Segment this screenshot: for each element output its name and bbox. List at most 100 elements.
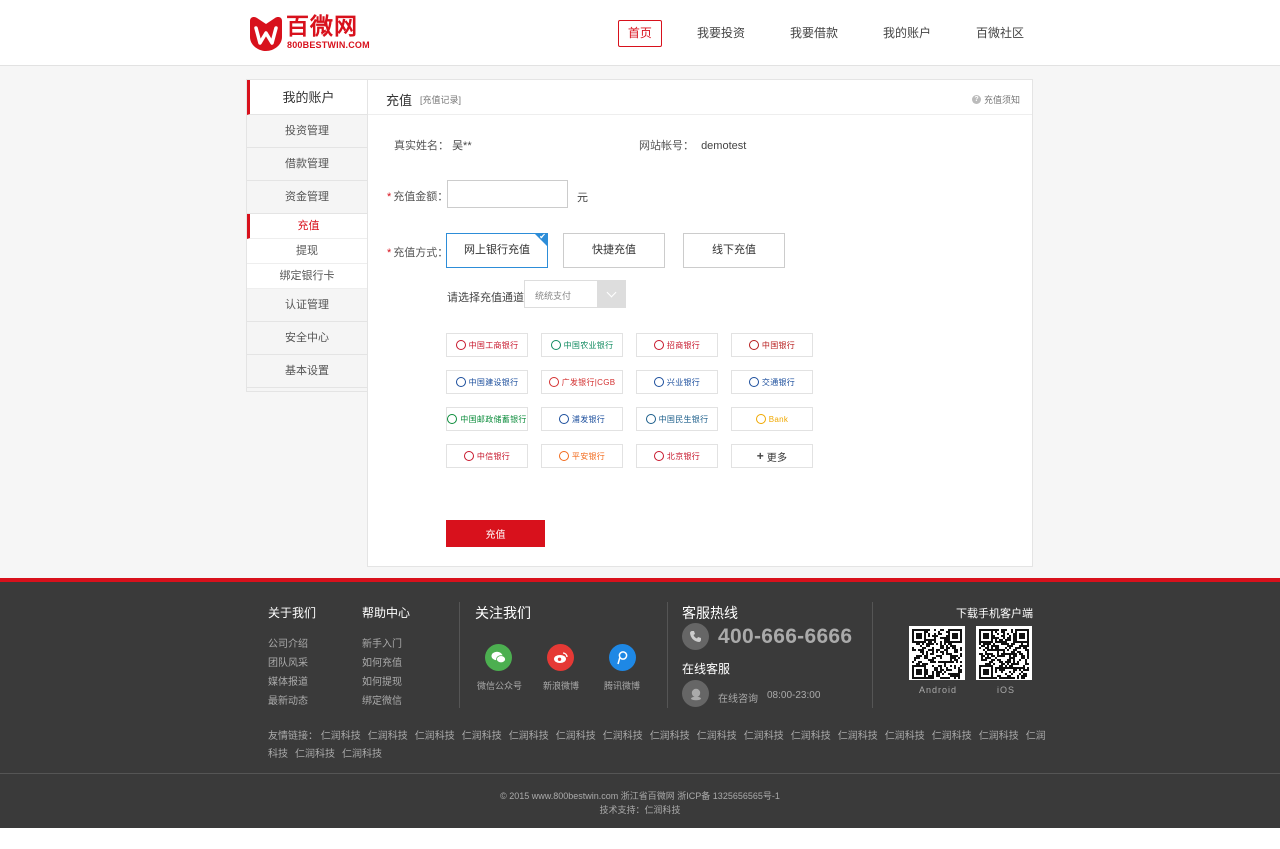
more-banks-button[interactable]: + 更多	[731, 444, 813, 468]
footer-follow-title: 关注我们	[475, 605, 531, 621]
sidebar-subitem-bind-card[interactable]: 绑定银行卡	[247, 264, 367, 289]
nav-my-account[interactable]: 我的账户	[873, 20, 941, 47]
bank-name: 中国建设银行	[468, 377, 519, 387]
friend-link[interactable]: 仁润科技	[462, 731, 502, 742]
bank-option[interactable]: 交通银行	[731, 370, 813, 394]
footer-link-beginner[interactable]: 新手入门	[362, 635, 402, 650]
friend-link[interactable]: 仁润科技	[321, 731, 361, 742]
bank-option[interactable]: 中国民生银行	[636, 407, 718, 431]
amount-label-row: * 充值金额：	[387, 188, 448, 204]
sidebar-item-invest-manage[interactable]: 投资管理	[247, 115, 367, 148]
required-mark: *	[387, 247, 392, 259]
weibo-icon[interactable]	[547, 644, 574, 671]
channel-select-value: 统统支付	[535, 291, 572, 301]
bank-name: 中国工商银行	[468, 340, 519, 350]
footer-link-how-recharge[interactable]: 如何充值	[362, 654, 402, 669]
method-online-bank[interactable]: 网上银行充值 ✔	[446, 232, 548, 268]
method-quick-pay-label: 快捷充值	[592, 244, 636, 256]
friend-link[interactable]: 仁润科技	[650, 731, 690, 742]
sidebar-subitem-withdraw[interactable]: 提现	[247, 239, 367, 264]
footer-link-company[interactable]: 公司介绍	[268, 635, 308, 650]
bank-option[interactable]: 兴业银行	[636, 370, 718, 394]
bank-name: 广发银行|CGB	[561, 377, 616, 387]
footer-link-how-withdraw[interactable]: 如何提现	[362, 673, 402, 688]
logo-mark-icon	[250, 17, 282, 51]
footer: 关于我们 公司介绍 团队风采 媒体报道 最新动态 帮助中心 新手入门 如何充值 …	[0, 578, 1280, 828]
footer-link-bind-wechat[interactable]: 绑定微信	[362, 692, 402, 707]
bank-option[interactable]: 中国银行	[731, 333, 813, 357]
bank-option[interactable]: Bank	[731, 407, 813, 431]
method-quick-pay[interactable]: 快捷充值	[563, 233, 665, 268]
sidebar-item-settings[interactable]: 基本设置	[247, 355, 367, 388]
bank-logo-icon	[463, 451, 474, 461]
sidebar-subitem-recharge[interactable]: 充值	[247, 214, 367, 239]
footer-divider-line	[0, 773, 1280, 774]
tencent-weibo-label: 腾讯微博	[604, 681, 641, 691]
ios-qr-code[interactable]	[976, 626, 1032, 680]
bank-name: 北京银行	[666, 451, 701, 461]
friend-link[interactable]: 仁润科技	[838, 731, 878, 742]
bank-option[interactable]: 中国工商银行	[446, 333, 528, 357]
bank-option[interactable]: 广发银行|CGB	[541, 370, 623, 394]
bank-option[interactable]: 浦发银行	[541, 407, 623, 431]
footer-link-team[interactable]: 团队风采	[268, 654, 308, 669]
wechat-icon[interactable]	[485, 644, 512, 671]
bank-option[interactable]: 中信银行	[446, 444, 528, 468]
sidebar-item-auth-manage[interactable]: 认证管理	[247, 289, 367, 322]
recharge-notice-label: 充值须知	[983, 95, 1020, 105]
channel-select[interactable]: 统统支付	[524, 280, 626, 308]
recharge-notice-link[interactable]: ? 充值须知	[971, 93, 1020, 106]
recharge-records-link[interactable]: [充值记录]	[420, 93, 461, 106]
friend-link[interactable]: 仁润科技	[697, 731, 737, 742]
nav-home[interactable]: 首页	[617, 20, 662, 47]
sidebar-item-loan-manage[interactable]: 借款管理	[247, 148, 367, 181]
bank-option[interactable]: 中国农业银行	[541, 333, 623, 357]
online-consult-link[interactable]: 在线咨询	[718, 690, 758, 705]
bank-logo-icon	[748, 377, 759, 387]
amount-input[interactable]	[447, 180, 568, 208]
friend-link[interactable]: 仁润科技	[791, 731, 831, 742]
method-label-row: * 充值方式：	[387, 244, 448, 260]
friend-link[interactable]: 仁润科技	[556, 731, 596, 742]
method-offline-label: 线下充值	[712, 244, 756, 256]
friend-link[interactable]: 仁润科技	[415, 731, 455, 742]
friend-link[interactable]: 仁润科技	[979, 731, 1019, 742]
nav-community[interactable]: 百微社区	[966, 20, 1034, 47]
android-label: Android	[919, 685, 958, 695]
real-name-label: 真实姓名：	[394, 140, 449, 152]
friend-link[interactable]: 仁润科技	[603, 731, 643, 742]
account-row: 网站帐号： demotest	[639, 137, 746, 153]
friend-link[interactable]: 仁润科技	[295, 749, 335, 760]
channel-label: 请选择充值通道	[447, 292, 524, 304]
required-mark: *	[387, 191, 392, 203]
sidebar-item-security[interactable]: 安全中心	[247, 322, 367, 355]
footer-divider	[667, 602, 668, 708]
bank-option[interactable]: 平安银行	[541, 444, 623, 468]
bank-name: 平安银行	[571, 451, 606, 461]
tencent-weibo-icon[interactable]	[609, 644, 636, 671]
friend-link[interactable]: 仁润科技	[885, 731, 925, 742]
footer-link-media[interactable]: 媒体报道	[268, 673, 308, 688]
bank-logo-icon	[558, 451, 569, 461]
bank-option[interactable]: 招商银行	[636, 333, 718, 357]
recharge-submit-button[interactable]: 充值	[446, 520, 545, 547]
nav-invest[interactable]: 我要投资	[687, 20, 755, 47]
bank-option[interactable]: 北京银行	[636, 444, 718, 468]
friend-link[interactable]: 仁润科技	[509, 731, 549, 742]
friend-link[interactable]: 仁润科技	[932, 731, 972, 742]
bank-option[interactable]: 中国邮政储蓄银行	[446, 407, 528, 431]
friend-link[interactable]: 仁润科技	[744, 731, 784, 742]
friend-link[interactable]: 仁润科技	[368, 731, 408, 742]
footer-link-news[interactable]: 最新动态	[268, 692, 308, 707]
panel-header: 充值 [充值记录] ? 充值须知	[368, 80, 1032, 115]
hotline-phone: 400-666-6666	[718, 625, 853, 648]
chat-icon[interactable]	[682, 680, 709, 707]
logo[interactable]: 百微网 800BESTWIN.COM	[246, 13, 371, 53]
sidebar-item-fund-manage[interactable]: 资金管理	[247, 181, 367, 214]
bank-logo-icon	[455, 340, 466, 350]
bank-option[interactable]: 中国建设银行	[446, 370, 528, 394]
method-offline[interactable]: 线下充值	[683, 233, 785, 268]
android-qr-code[interactable]	[909, 626, 965, 680]
nav-borrow[interactable]: 我要借款	[780, 20, 848, 47]
friend-link[interactable]: 仁润科技	[342, 749, 382, 760]
